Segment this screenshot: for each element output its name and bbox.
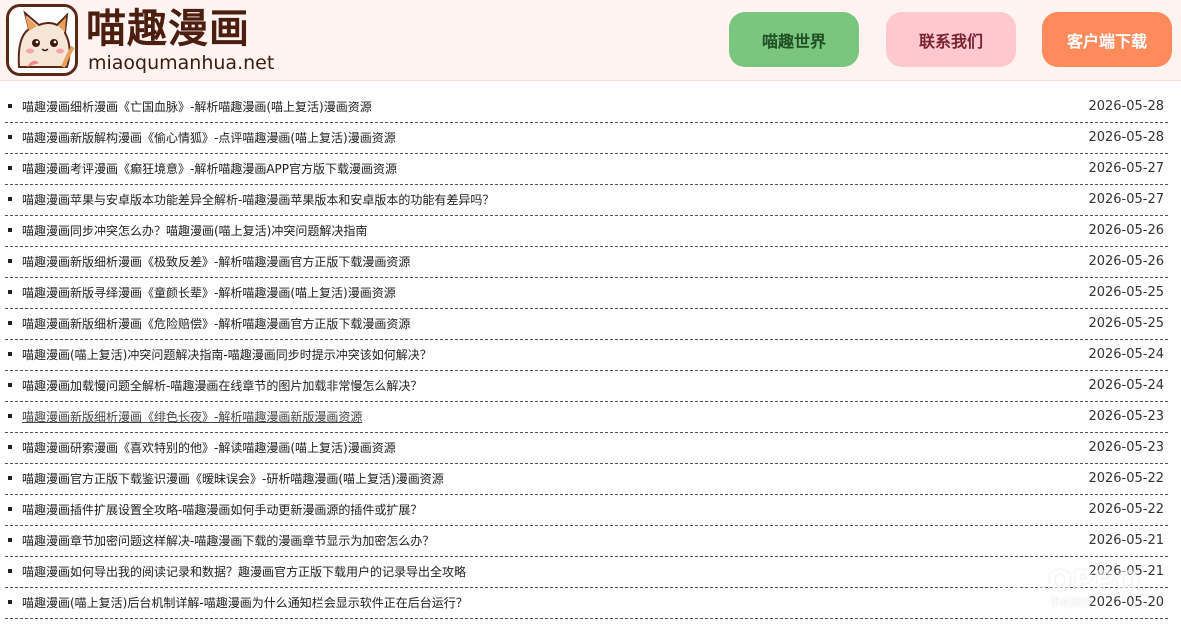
- bullet-icon: [8, 383, 12, 387]
- article-date: 2026-05-22: [1088, 471, 1164, 486]
- bullet-icon: [8, 290, 12, 294]
- list-item: 喵趣漫画研索漫画《喜欢特别的他》-解读喵趣漫画(喵上复活)漫画资源 2026-05…: [5, 433, 1168, 464]
- article-date: 2026-05-21: [1088, 533, 1164, 548]
- article-link[interactable]: 喵趣漫画新版细析漫画《危险赔偿》-解析喵趣漫画官方正版下载漫画资源: [22, 316, 410, 332]
- bullet-icon: [8, 352, 12, 356]
- article-link[interactable]: 喵趣漫画插件扩展设置全攻略-喵趣漫画如何手动更新漫画源的插件或扩展？: [22, 502, 422, 518]
- list-item: 喵趣漫画如何导出我的阅读记录和数据？趣漫画官方正版下载用户的记录导出全攻略 202…: [5, 557, 1168, 588]
- article-list: 喵趣漫画细析漫画《亡国血脉》-解析喵趣漫画(喵上复活)漫画资源 2026-05-2…: [5, 92, 1168, 619]
- bullet-icon: [8, 507, 12, 511]
- bullet-icon: [8, 538, 12, 542]
- article-date: 2026-05-23: [1088, 409, 1164, 424]
- bullet-icon: [8, 569, 12, 573]
- list-item: 喵趣漫画新版解构漫画《偷心情狐》-点评喵趣漫画(喵上复活)漫画资源 2026-05…: [5, 123, 1168, 154]
- nav-contact-button[interactable]: 联系我们: [886, 12, 1016, 67]
- article-link[interactable]: 喵趣漫画(喵上复活)后台机制详解-喵趣漫画为什么通知栏会显示软件正在后台运行？: [22, 595, 468, 611]
- article-link[interactable]: 喵趣漫画新版细析漫画《绯色长夜》-解析喵趣漫画新版漫画资源: [22, 409, 362, 425]
- nav-world-button[interactable]: 喵趣世界: [729, 12, 859, 67]
- article-link[interactable]: 喵趣漫画研索漫画《喜欢特别的他》-解读喵趣漫画(喵上复活)漫画资源: [22, 440, 396, 456]
- article-link[interactable]: 喵趣漫画新版解构漫画《偷心情狐》-点评喵趣漫画(喵上复活)漫画资源: [22, 130, 396, 146]
- list-item: 喵趣漫画插件扩展设置全攻略-喵趣漫画如何手动更新漫画源的插件或扩展？ 2026-0…: [5, 495, 1168, 526]
- article-link[interactable]: 喵趣漫画新版细析漫画《极致反差》-解析喵趣漫画官方正版下载漫画资源: [22, 254, 410, 270]
- bullet-icon: [8, 228, 12, 232]
- brand-title: 喵趣漫画: [86, 6, 250, 52]
- bullet-icon: [8, 414, 12, 418]
- list-item: 喵趣漫画苹果与安卓版本功能差异全解析-喵趣漫画苹果版本和安卓版本的功能有差异吗？…: [5, 185, 1168, 216]
- article-date: 2026-05-21: [1088, 564, 1164, 579]
- list-item: 喵趣漫画新版寻绎漫画《童颜长辈》-解析喵趣漫画(喵上复活)漫画资源 2026-05…: [5, 278, 1168, 309]
- bullet-icon: [8, 197, 12, 201]
- article-date: 2026-05-24: [1088, 378, 1164, 393]
- site-header: 喵趣漫画 miaoqumanhua.net 喵趣世界 联系我们 客户端下载: [0, 0, 1181, 81]
- bullet-icon: [8, 476, 12, 480]
- article-link[interactable]: 喵趣漫画考评漫画《癫狂境意》-解析喵趣漫画APP官方版下载漫画资源: [22, 161, 397, 177]
- article-date: 2026-05-28: [1088, 130, 1164, 145]
- article-link[interactable]: 喵趣漫画加载慢问题全解析-喵趣漫画在线章节的图片加载非常慢怎么解决？: [22, 378, 422, 394]
- site-logo[interactable]: 喵趣漫画 miaoqumanhua.net: [6, 4, 296, 76]
- article-link[interactable]: 喵趣漫画同步冲突怎么办？喵趣漫画(喵上复活)冲突问题解决指南: [22, 223, 367, 239]
- list-item: 喵趣漫画加载慢问题全解析-喵趣漫画在线章节的图片加载非常慢怎么解决？ 2026-0…: [5, 371, 1168, 402]
- list-item: 喵趣漫画官方正版下载鉴识漫画《暧昧误会》-研析喵趣漫画(喵上复活)漫画资源 202…: [5, 464, 1168, 495]
- bullet-icon: [8, 166, 12, 170]
- list-item: 喵趣漫画(喵上复活)冲突问题解决指南-喵趣漫画同步时提示冲突该如何解决？ 2026…: [5, 340, 1168, 371]
- article-date: 2026-05-27: [1088, 192, 1164, 207]
- list-item: 喵趣漫画(喵上复活)后台机制详解-喵趣漫画为什么通知栏会显示软件正在后台运行？ 2…: [5, 588, 1168, 619]
- list-item: 喵趣漫画同步冲突怎么办？喵趣漫画(喵上复活)冲突问题解决指南 2026-05-26: [5, 216, 1168, 247]
- list-item: 喵趣漫画考评漫画《癫狂境意》-解析喵趣漫画APP官方版下载漫画资源 2026-05…: [5, 154, 1168, 185]
- bullet-icon: [8, 104, 12, 108]
- article-link[interactable]: 喵趣漫画新版寻绎漫画《童颜长辈》-解析喵趣漫画(喵上复活)漫画资源: [22, 285, 396, 301]
- article-date: 2026-05-28: [1088, 99, 1164, 114]
- bullet-icon: [8, 259, 12, 263]
- cat-logo-icon: [6, 4, 78, 76]
- list-item: 喵趣漫画新版细析漫画《危险赔偿》-解析喵趣漫画官方正版下载漫画资源 2026-05…: [5, 309, 1168, 340]
- article-date: 2026-05-22: [1088, 502, 1164, 517]
- article-date: 2026-05-24: [1088, 347, 1164, 362]
- article-date: 2026-05-25: [1088, 316, 1164, 331]
- article-link[interactable]: 喵趣漫画章节加密问题这样解决-喵趣漫画下载的漫画章节显示为加密怎么办？: [22, 533, 434, 549]
- article-link[interactable]: 喵趣漫画苹果与安卓版本功能差异全解析-喵趣漫画苹果版本和安卓版本的功能有差异吗？: [22, 192, 494, 208]
- article-date: 2026-05-27: [1088, 161, 1164, 176]
- bullet-icon: [8, 445, 12, 449]
- article-link[interactable]: 喵趣漫画官方正版下载鉴识漫画《暧昧误会》-研析喵趣漫画(喵上复活)漫画资源: [22, 471, 444, 487]
- bullet-icon: [8, 321, 12, 325]
- list-item: 喵趣漫画新版细析漫画《绯色长夜》-解析喵趣漫画新版漫画资源 2026-05-23: [5, 402, 1168, 433]
- article-link[interactable]: 喵趣漫画(喵上复活)冲突问题解决指南-喵趣漫画同步时提示冲突该如何解决？: [22, 347, 432, 363]
- article-date: 2026-05-26: [1088, 223, 1164, 238]
- article-link[interactable]: 喵趣漫画细析漫画《亡国血脉》-解析喵趣漫画(喵上复活)漫画资源: [22, 99, 372, 115]
- article-date: 2026-05-20: [1088, 595, 1164, 610]
- list-item: 喵趣漫画新版细析漫画《极致反差》-解析喵趣漫画官方正版下载漫画资源 2026-05…: [5, 247, 1168, 278]
- article-date: 2026-05-23: [1088, 440, 1164, 455]
- article-date: 2026-05-26: [1088, 254, 1164, 269]
- brand-domain: miaoqumanhua.net: [88, 52, 275, 74]
- list-item: 喵趣漫画章节加密问题这样解决-喵趣漫画下载的漫画章节显示为加密怎么办？ 2026-…: [5, 526, 1168, 557]
- bullet-icon: [8, 600, 12, 604]
- bullet-icon: [8, 135, 12, 139]
- nav-download-button[interactable]: 客户端下载: [1042, 12, 1172, 67]
- list-item: 喵趣漫画细析漫画《亡国血脉》-解析喵趣漫画(喵上复活)漫画资源 2026-05-2…: [5, 92, 1168, 123]
- article-link[interactable]: 喵趣漫画如何导出我的阅读记录和数据？趣漫画官方正版下载用户的记录导出全攻略: [22, 564, 466, 580]
- article-date: 2026-05-25: [1088, 285, 1164, 300]
